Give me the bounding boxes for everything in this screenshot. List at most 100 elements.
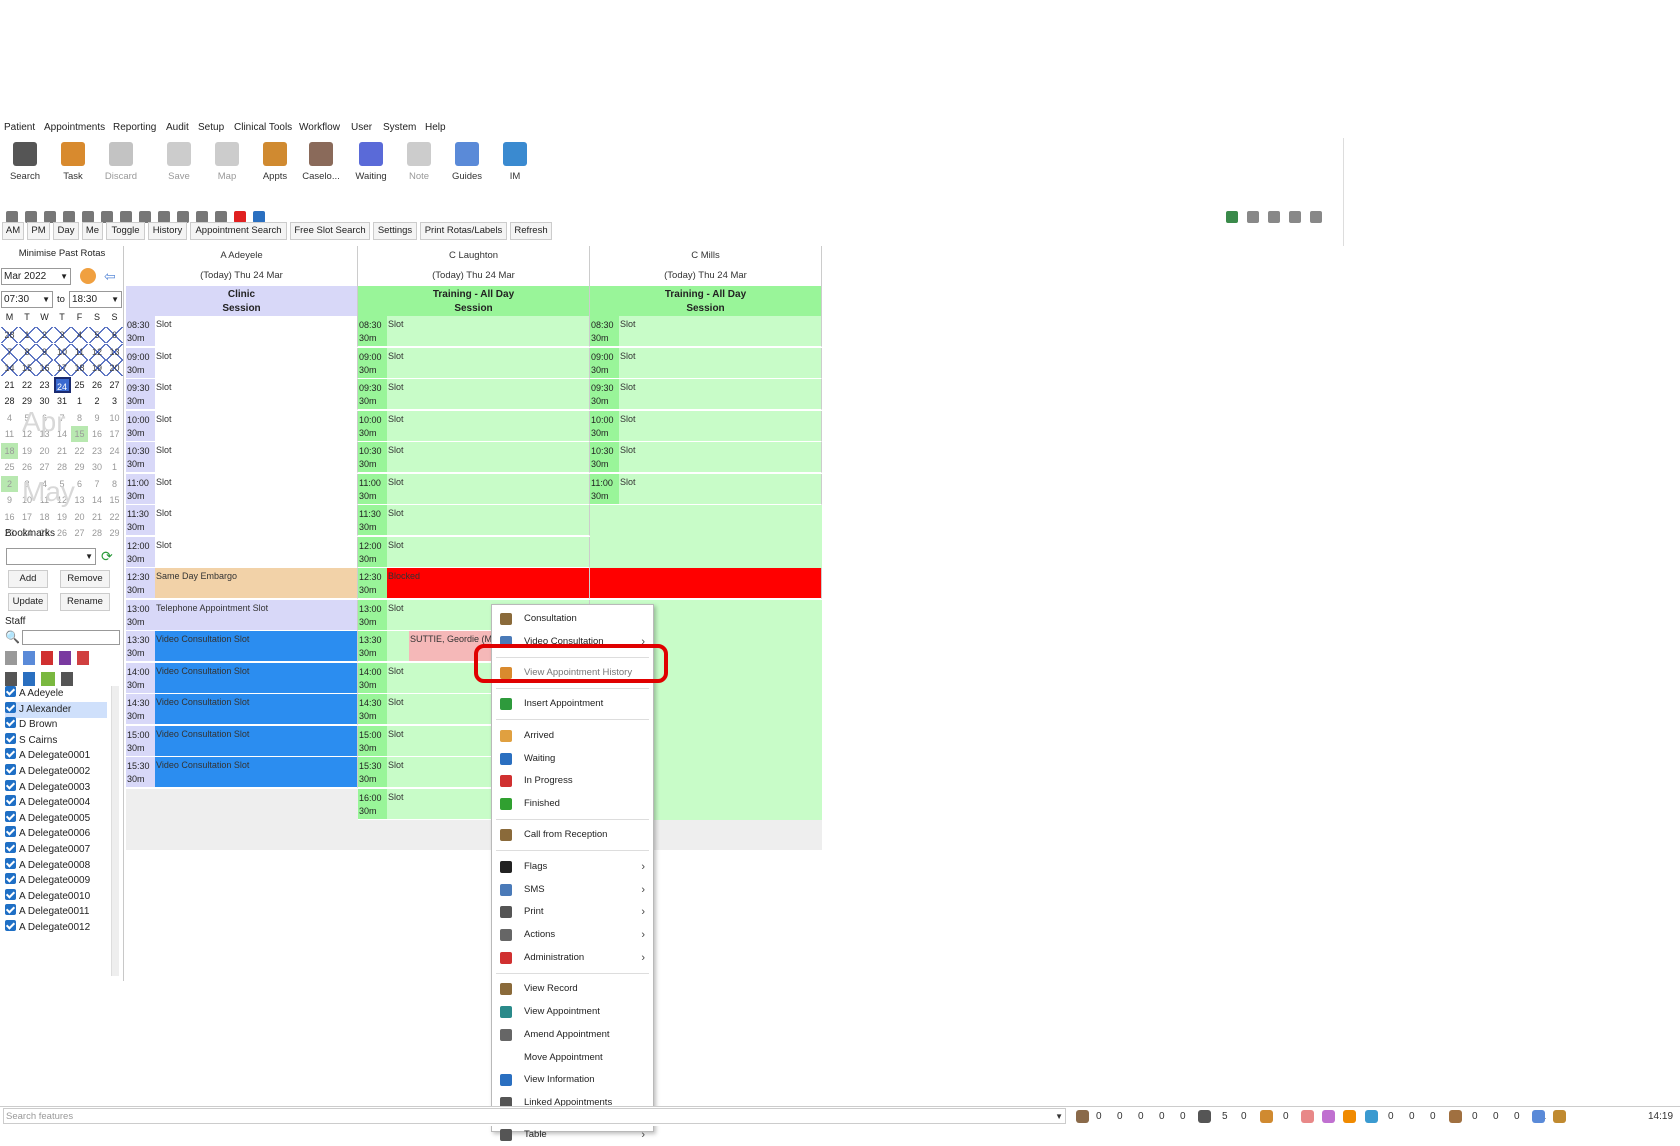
- calendar-day[interactable]: 28: [89, 525, 106, 541]
- menu-item-view-information[interactable]: View Information: [492, 1069, 653, 1091]
- appointment-slot[interactable]: 10:30 30m Slot: [358, 442, 590, 473]
- menu-item-consultation[interactable]: Consultation: [492, 608, 653, 630]
- menu-item-table[interactable]: Table ›: [492, 1124, 653, 1146]
- calendar-day[interactable]: 18: [71, 360, 88, 376]
- menu-item-administration[interactable]: Administration ›: [492, 947, 653, 969]
- menu-clinical-tools[interactable]: Clinical Tools: [234, 122, 292, 133]
- calendar-day[interactable]: 10: [53, 343, 71, 360]
- toolbar-appts-button[interactable]: Appts: [252, 142, 298, 186]
- appointment-slot[interactable]: 12:00 30m Slot: [126, 536, 358, 568]
- appointment-slot[interactable]: 10:00 30m Slot: [126, 410, 358, 442]
- calendar-day[interactable]: 27: [36, 459, 53, 475]
- time-from-select[interactable]: 07:30 ▼: [1, 291, 53, 308]
- menu-item-print[interactable]: Print ›: [492, 901, 653, 923]
- calendar-day[interactable]: 6: [106, 327, 123, 343]
- menu-item-sms[interactable]: SMS ›: [492, 879, 653, 901]
- status-icon[interactable]: [1343, 1110, 1356, 1123]
- view-button-print-rotas-labels[interactable]: Print Rotas/Labels: [420, 222, 507, 240]
- calendar-day[interactable]: 23: [36, 377, 53, 393]
- calendar-day[interactable]: 3: [106, 393, 123, 409]
- calendar-day[interactable]: 9: [89, 410, 106, 426]
- status-icon[interactable]: [1301, 1110, 1314, 1123]
- calendar-day[interactable]: 1: [18, 327, 36, 343]
- calendar-day[interactable]: 15: [18, 360, 36, 376]
- menu-setup[interactable]: Setup: [198, 122, 224, 133]
- staff-checkbox[interactable]: [5, 904, 16, 916]
- calendar-day[interactable]: 16: [89, 426, 106, 442]
- calendar-day[interactable]: 4: [1, 410, 18, 426]
- calendar-day[interactable]: 16: [1, 509, 18, 525]
- staff-filter-icons[interactable]: [5, 651, 115, 665]
- calendar-day[interactable]: 25: [71, 377, 88, 393]
- time-to-select[interactable]: 18:30 ▼: [69, 291, 122, 308]
- status-icon[interactable]: [1365, 1110, 1378, 1123]
- staff-row[interactable]: A Delegate0008: [5, 857, 107, 874]
- toolbar-right-icon[interactable]: [1247, 211, 1259, 223]
- view-button-appointment-search[interactable]: Appointment Search: [190, 222, 287, 240]
- view-button-am[interactable]: AM: [2, 222, 24, 240]
- calendar-day[interactable]: 9: [36, 343, 53, 360]
- calendar-day[interactable]: 22: [106, 509, 123, 525]
- staff-row[interactable]: A Adeyele: [5, 686, 107, 702]
- calendar-day[interactable]: 8: [106, 476, 123, 492]
- menu-item-amend-appointment[interactable]: Amend Appointment: [492, 1024, 653, 1046]
- calendar-day[interactable]: 14: [1, 360, 18, 376]
- calendar-day[interactable]: 11: [71, 343, 88, 360]
- appointment-slot[interactable]: 14:30 30m Video Consultation Slot: [126, 694, 358, 725]
- calendar-day[interactable]: 21: [89, 509, 106, 525]
- appointment-slot[interactable]: 08:30 30m Slot: [590, 316, 822, 347]
- calendar-day[interactable]: 19: [54, 509, 71, 525]
- blocked-slot[interactable]: [590, 568, 822, 599]
- calendar-day[interactable]: 17: [19, 509, 36, 525]
- calendar-day[interactable]: 26: [19, 459, 36, 475]
- menu-item-view-appointment[interactable]: View Appointment: [492, 1001, 653, 1023]
- toolbar-right-icon[interactable]: [1310, 211, 1322, 223]
- status-icon[interactable]: [1449, 1110, 1462, 1123]
- appointment-slot[interactable]: 15:00 30m Video Consultation Slot: [126, 725, 358, 757]
- toolbar-search-button[interactable]: Search: [2, 142, 48, 186]
- refresh-bookmarks-icon[interactable]: ⟳: [101, 548, 113, 564]
- staff-row[interactable]: A Delegate0001: [5, 748, 107, 764]
- menu-user[interactable]: User: [351, 122, 372, 133]
- staff-role-icons[interactable]: [5, 672, 77, 686]
- menu-item-finished[interactable]: Finished: [492, 793, 653, 815]
- appointment-slot[interactable]: 09:30 30m Slot: [590, 379, 822, 410]
- view-button-refresh[interactable]: Refresh: [510, 222, 552, 240]
- appointment-slot[interactable]: 10:00 30m Slot: [590, 410, 822, 442]
- appointment-slot[interactable]: 12:30 30m Blocked: [358, 568, 590, 599]
- calendar-day[interactable]: 26: [54, 525, 71, 541]
- menu-workflow[interactable]: Workflow: [299, 122, 340, 133]
- calendar-day[interactable]: 14: [89, 492, 106, 508]
- staff-checkbox[interactable]: [5, 795, 16, 807]
- calendar-day[interactable]: 20: [71, 509, 88, 525]
- staff-checkbox[interactable]: [5, 748, 16, 760]
- calendar-day[interactable]: 22: [19, 377, 36, 393]
- menu-patient[interactable]: Patient: [4, 122, 35, 133]
- staff-checkbox[interactable]: [5, 732, 16, 744]
- staff-row[interactable]: J Alexander: [5, 701, 107, 718]
- status-icon[interactable]: [1322, 1110, 1335, 1123]
- staff-row[interactable]: A Delegate0005: [5, 810, 107, 827]
- staff-checkbox[interactable]: [5, 873, 16, 885]
- staff-checkbox[interactable]: [5, 920, 16, 931]
- menu-help[interactable]: Help: [425, 122, 446, 133]
- staff-row[interactable]: A Delegate0006: [5, 826, 107, 842]
- appointment-slot[interactable]: 09:30 30m Slot: [126, 379, 358, 410]
- staff-checkbox[interactable]: [5, 857, 16, 869]
- calendar-day[interactable]: 26: [89, 377, 106, 393]
- calendar-day[interactable]: 27: [71, 525, 88, 541]
- appointment-slot[interactable]: 09:30 30m Slot: [358, 379, 590, 410]
- calendar-day[interactable]: 8: [71, 410, 88, 426]
- appointment-slot[interactable]: 13:30 30m Video Consultation Slot: [126, 631, 358, 662]
- menu-item-in-progress[interactable]: In Progress: [492, 770, 653, 792]
- calendar-day[interactable]: 2: [89, 393, 106, 409]
- search-features-input[interactable]: Search features ▼: [3, 1108, 1066, 1124]
- appointment-slot[interactable]: 11:30 30m Slot: [126, 505, 358, 536]
- view-button-me[interactable]: Me: [82, 222, 103, 240]
- staff-checkbox[interactable]: [5, 810, 16, 822]
- calendar-day[interactable]: 21: [1, 377, 18, 393]
- today-icon[interactable]: [80, 268, 96, 284]
- calendar-day[interactable]: 3: [53, 327, 71, 343]
- calendar-day[interactable]: 23: [89, 443, 106, 459]
- add-bookmark-button[interactable]: Add: [8, 570, 48, 588]
